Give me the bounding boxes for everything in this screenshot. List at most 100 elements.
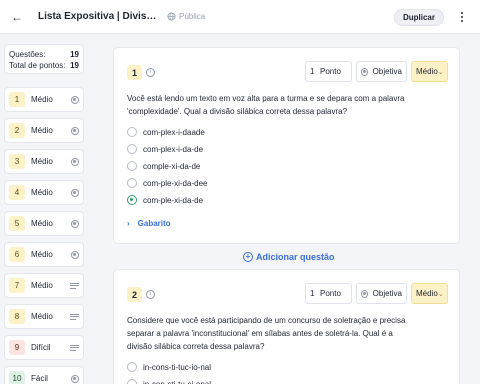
sidebar-question-9[interactable]: 9 Difícil (4, 335, 84, 360)
question-difficulty: Médio (31, 95, 53, 104)
question-number: 7 (9, 278, 25, 293)
points-unit: Ponto (320, 289, 341, 298)
answer-option-1[interactable]: in-cons-ti-tuc-io-nal (127, 362, 211, 372)
answer-option-2[interactable]: com-plex-i-da-de (127, 144, 203, 154)
question-number: 6 (9, 247, 25, 262)
points-total: 19 (70, 61, 79, 70)
option-radio[interactable] (127, 144, 137, 154)
sidebar-question-2[interactable]: 2 Médio (4, 118, 84, 143)
question-number: 1 (9, 92, 25, 107)
answer-option-3[interactable]: comple-xi-da-de (127, 161, 200, 171)
duplicate-button[interactable]: Duplicar (394, 9, 444, 26)
sidebar-question-5[interactable]: 5 Médio (4, 211, 84, 236)
text-lines-icon (70, 344, 79, 351)
add-question-label: Adicionar questão (256, 252, 335, 262)
multiple-choice-icon (71, 95, 79, 104)
question-difficulty: Difícil (31, 343, 51, 352)
chevron-down-icon: ⌄ (437, 290, 444, 298)
option-label: com-ple-xi-da-dee (143, 178, 208, 188)
difficulty-label: Médio (416, 67, 438, 76)
option-radio[interactable] (127, 178, 137, 188)
visibility-label: Pública (179, 12, 206, 21)
option-radio[interactable] (127, 362, 137, 372)
back-arrow-icon[interactable]: ← (9, 9, 25, 25)
chevron-down-icon: ⌄ (437, 68, 444, 76)
option-label: comple-xi-da-de (143, 161, 201, 171)
question-type-label: Objetiva (372, 67, 402, 76)
multiple-choice-icon (71, 157, 79, 166)
question-sidebar: Questões: 19 Total de pontos: 19 1 Médio 2… (0, 35, 92, 384)
question-number: 8 (9, 309, 25, 324)
option-radio[interactable] (127, 161, 137, 171)
answer-option-1[interactable]: com-plex-i-daade (127, 127, 205, 137)
difficulty-label: Médio (416, 289, 438, 298)
points-label: Total de pontos: (9, 61, 66, 70)
question-difficulty: Médio (31, 312, 53, 321)
multiple-choice-icon (71, 126, 79, 135)
question-number-badge: 2 (127, 287, 142, 302)
sidebar-question-10[interactable]: 10 Fácil (4, 366, 84, 384)
question-difficulty: Médio (31, 219, 53, 228)
top-bar: ← Lista Expositiva | Divisão Silábica Pú… (0, 0, 480, 34)
question-card-2: 2 i 1 Ponto Objetiva Médio ⌄ Considere q… (113, 269, 460, 384)
question-number: 10 (9, 371, 25, 384)
multiple-choice-icon (71, 188, 79, 197)
question-number: 5 (9, 216, 25, 231)
points-field[interactable]: 1 Ponto (305, 61, 352, 82)
option-radio[interactable] (127, 379, 137, 384)
globe-icon (167, 12, 176, 21)
question-number: 2 (9, 123, 25, 138)
points-field[interactable]: 1 Ponto (305, 283, 352, 304)
text-lines-icon (70, 282, 79, 289)
sidebar-question-7[interactable]: 7 Médio (4, 273, 84, 298)
multiple-choice-icon (71, 219, 79, 228)
sidebar-question-1[interactable]: 1 Médio (4, 87, 84, 112)
option-label: in-con-sti-tu-ci-onal (143, 379, 212, 384)
answer-option-4[interactable]: com-ple-xi-da-dee (127, 178, 207, 188)
option-label: com-ple-xi-da-de (143, 195, 204, 205)
more-options-icon[interactable] (456, 9, 468, 25)
info-icon[interactable]: i (146, 290, 155, 299)
option-label: com-plex-i-daade (143, 127, 205, 137)
question-number: 4 (9, 185, 25, 200)
question-difficulty: Médio (31, 250, 53, 259)
answer-option-5[interactable]: com-ple-xi-da-de (127, 195, 203, 205)
text-lines-icon (70, 313, 79, 320)
difficulty-dropdown[interactable]: Médio ⌄ (411, 61, 448, 82)
question-card-1: 1 i 1 Ponto Objetiva Médio ⌄ Você está l… (113, 47, 460, 244)
points-value: 1 (310, 289, 315, 298)
summary-box: Questões: 19 Total de pontos: 19 (4, 44, 84, 74)
question-number: 3 (9, 154, 25, 169)
question-text: Você está lendo um texto em voz alta par… (127, 94, 405, 116)
questions-count: 19 (70, 50, 79, 59)
sidebar-question-3[interactable]: 3 Médio (4, 149, 84, 174)
option-label: in-cons-ti-tuc-io-nal (143, 362, 212, 372)
multiple-choice-icon (71, 250, 79, 259)
questions-label: Questões: (9, 50, 46, 59)
plus-circle-icon: + (243, 252, 253, 262)
difficulty-dropdown[interactable]: Médio ⌄ (411, 283, 448, 304)
question-difficulty: Médio (31, 281, 53, 290)
sidebar-question-6[interactable]: 6 Médio (4, 242, 84, 267)
question-difficulty: Médio (31, 188, 53, 197)
chevron-right-icon: › (127, 219, 130, 228)
sidebar-question-4[interactable]: 4 Médio (4, 180, 84, 205)
question-type-selector[interactable]: Objetiva (356, 283, 407, 304)
radio-type-icon (361, 67, 368, 76)
multiple-choice-icon (71, 374, 79, 383)
page-title: Lista Expositiva | Divisão Silábica (38, 11, 160, 22)
points-value: 1 (310, 67, 315, 76)
answer-option-2[interactable]: in-con-sti-tu-ci-onal (127, 379, 211, 384)
option-radio-selected[interactable] (127, 195, 137, 205)
info-icon[interactable]: i (146, 68, 155, 77)
option-radio[interactable] (127, 127, 137, 137)
answer-key-label: Gabarito (137, 219, 171, 228)
points-unit: Ponto (320, 67, 341, 76)
sidebar-question-8[interactable]: 8 Médio (4, 304, 84, 329)
question-type-selector[interactable]: Objetiva (356, 61, 407, 82)
question-number-badge: 1 (127, 65, 142, 80)
add-question-button[interactable]: + Adicionar questão (243, 252, 335, 262)
radio-type-icon (361, 289, 368, 298)
question-difficulty: Médio (31, 157, 53, 166)
answer-key-toggle[interactable]: › Gabarito (127, 219, 171, 228)
